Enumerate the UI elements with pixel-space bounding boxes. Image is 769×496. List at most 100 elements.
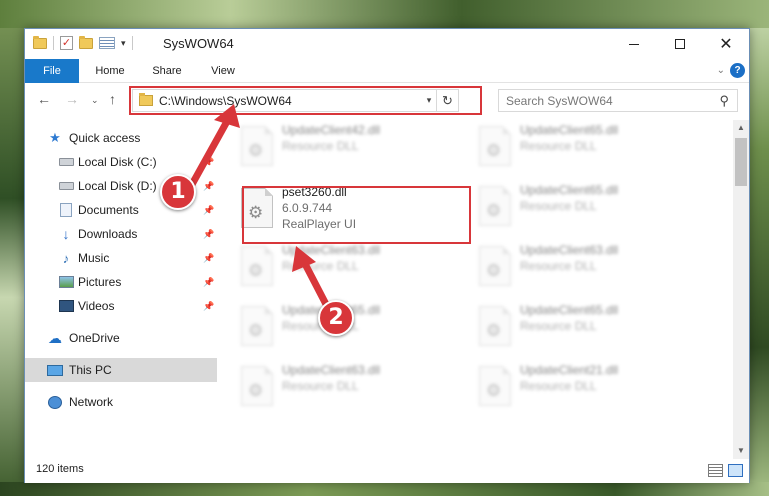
local-disk-icon — [58, 154, 74, 170]
sidebar-item-label: Documents — [78, 203, 139, 217]
file-item[interactable]: ⚙ UpdateClient21.dll Resource DLL — [468, 360, 698, 416]
file-description: Resource DLL — [520, 199, 597, 213]
minimize-button[interactable] — [611, 29, 657, 59]
address-bar-highlight — [129, 86, 482, 115]
navigation-pane: ★ Quick access Local Disk (C:) 📌 Local D… — [25, 120, 217, 459]
customize-toolbar-chevron-icon[interactable]: ▾ — [121, 38, 126, 49]
sidebar-item-label: This PC — [69, 363, 112, 377]
sidebar-item-music[interactable]: ♪ Music 📌 — [25, 246, 217, 270]
minimize-icon — [629, 43, 639, 45]
file-description: Resource DLL — [520, 319, 597, 333]
selected-file-highlight — [242, 186, 471, 244]
file-description: Resource DLL — [520, 259, 597, 273]
sidebar-item-label: Pictures — [78, 275, 122, 289]
file-description: Resource DLL — [282, 139, 359, 153]
dll-file-icon: ⚙ — [241, 366, 273, 406]
tab-file[interactable]: File — [25, 59, 79, 83]
pin-icon[interactable]: 📌 — [203, 301, 214, 312]
sidebar-item-label: Downloads — [78, 227, 138, 241]
title-bar: ✓ ▾ SysWOW64 ✕ — [25, 29, 749, 59]
vertical-scrollbar[interactable]: ▲ ▼ — [733, 120, 749, 459]
back-button[interactable]: ← — [37, 91, 51, 107]
videos-icon — [58, 298, 74, 314]
scroll-up-arrow-icon[interactable]: ▲ — [733, 120, 749, 136]
close-button[interactable]: ✕ — [703, 29, 749, 59]
file-name: UpdateClient65.dll — [520, 183, 619, 197]
search-input[interactable]: Search SysWOW64 ⚲ — [498, 89, 738, 112]
desktop-background — [0, 482, 769, 496]
properties-icon[interactable] — [99, 37, 115, 49]
sidebar-item-this-pc[interactable]: This PC — [25, 358, 217, 382]
pin-icon[interactable]: 📌 — [203, 277, 214, 288]
file-item[interactable]: ⚙ UpdateClient63.dll Resource DLL — [468, 240, 698, 296]
file-item[interactable]: ⚙ UpdateClient42.dll Resource DLL — [230, 120, 460, 176]
help-icon[interactable]: ? — [730, 63, 745, 78]
desktop-background — [749, 0, 769, 496]
gear-icon: ⚙ — [248, 381, 264, 400]
pin-icon[interactable]: 📌 — [203, 205, 214, 216]
up-button[interactable]: ↑ — [109, 91, 116, 107]
sidebar-item-downloads[interactable]: ↓ Downloads 📌 — [25, 222, 217, 246]
file-list: ⚙ UpdateClient42.dll Resource DLL ⚙ pset… — [230, 120, 735, 459]
expand-ribbon-chevron-icon[interactable]: ⌄ — [717, 65, 725, 76]
gear-icon: ⚙ — [486, 261, 502, 280]
navigation-bar: ← → ⌄ ↑ C:\Windows\SysWOW64 ▾ ↻ Search S… — [25, 84, 749, 116]
tab-share[interactable]: Share — [141, 59, 193, 83]
file-description: Resource DLL — [520, 139, 597, 153]
sidebar-item-onedrive[interactable]: ☁ OneDrive — [25, 326, 217, 350]
dll-file-icon: ⚙ — [479, 366, 511, 406]
sidebar-item-local-disk-c[interactable]: Local Disk (C:) 📌 — [25, 150, 217, 174]
desktop-background — [0, 0, 769, 28]
recent-locations-chevron-icon[interactable]: ⌄ — [91, 95, 99, 106]
sidebar-item-quick-access[interactable]: ★ Quick access — [25, 126, 217, 150]
scroll-thumb[interactable] — [735, 138, 747, 186]
item-count: 120 items — [36, 463, 84, 475]
sidebar-item-label: Quick access — [69, 131, 141, 145]
gear-icon: ⚙ — [248, 261, 264, 280]
downloads-icon: ↓ — [62, 226, 70, 242]
sidebar-item-pictures[interactable]: Pictures 📌 — [25, 270, 217, 294]
pin-icon[interactable]: 📌 — [203, 181, 214, 192]
onedrive-icon: ☁ — [48, 329, 62, 346]
local-disk-icon — [58, 178, 74, 194]
pictures-icon — [58, 274, 74, 290]
gear-icon: ⚙ — [486, 141, 502, 160]
file-item[interactable]: ⚙ UpdateClient65.dll Resource DLL — [468, 180, 698, 236]
maximize-icon — [675, 39, 685, 49]
this-pc-icon — [47, 362, 63, 378]
gear-icon: ⚙ — [486, 201, 502, 220]
sidebar-item-label: Videos — [78, 299, 115, 313]
sidebar-item-label: Network — [69, 395, 114, 409]
file-description: Resource DLL — [520, 379, 597, 393]
dll-file-icon: ⚙ — [241, 246, 273, 286]
dll-file-icon: ⚙ — [479, 246, 511, 286]
sidebar-item-label: Music — [78, 251, 110, 265]
scroll-down-arrow-icon[interactable]: ▼ — [733, 443, 749, 459]
file-item[interactable]: ⚙ UpdateClient63.dll Resource DLL — [230, 240, 460, 296]
tab-view[interactable]: View — [197, 59, 249, 83]
search-placeholder: Search SysWOW64 — [506, 94, 613, 108]
new-folder-icon[interactable] — [79, 35, 93, 49]
file-item[interactable]: ⚙ UpdateClient63.dll Resource DLL — [230, 360, 460, 416]
dll-file-icon: ⚙ — [241, 306, 273, 346]
tab-home[interactable]: Home — [83, 59, 137, 83]
properties-check-icon[interactable]: ✓ — [60, 36, 73, 50]
pin-icon[interactable]: 📌 — [203, 229, 214, 240]
gear-icon: ⚙ — [248, 321, 264, 340]
file-item[interactable]: ⚙ UpdateClient65.dll Resource DLL — [468, 120, 698, 176]
pin-icon[interactable]: 📌 — [203, 253, 214, 264]
sidebar-item-network[interactable]: Network — [25, 390, 217, 414]
pin-icon[interactable]: 📌 — [203, 157, 214, 168]
forward-button[interactable]: → — [65, 91, 79, 107]
details-view-icon[interactable] — [708, 464, 723, 477]
folder-icon — [33, 35, 47, 49]
maximize-button[interactable] — [657, 29, 703, 59]
large-icons-view-icon[interactable] — [728, 464, 743, 477]
dll-file-icon: ⚙ — [479, 186, 511, 226]
status-bar: 120 items — [25, 459, 749, 483]
file-item[interactable]: ⚙ UpdateClient65.dll Resource DLL — [468, 300, 698, 356]
sidebar-item-videos[interactable]: Videos 📌 — [25, 294, 217, 318]
sidebar-item-label: Local Disk (C:) — [78, 155, 157, 169]
quick-access-toolbar: ✓ ▾ — [33, 35, 133, 50]
file-name: UpdateClient21.dll — [520, 363, 619, 377]
